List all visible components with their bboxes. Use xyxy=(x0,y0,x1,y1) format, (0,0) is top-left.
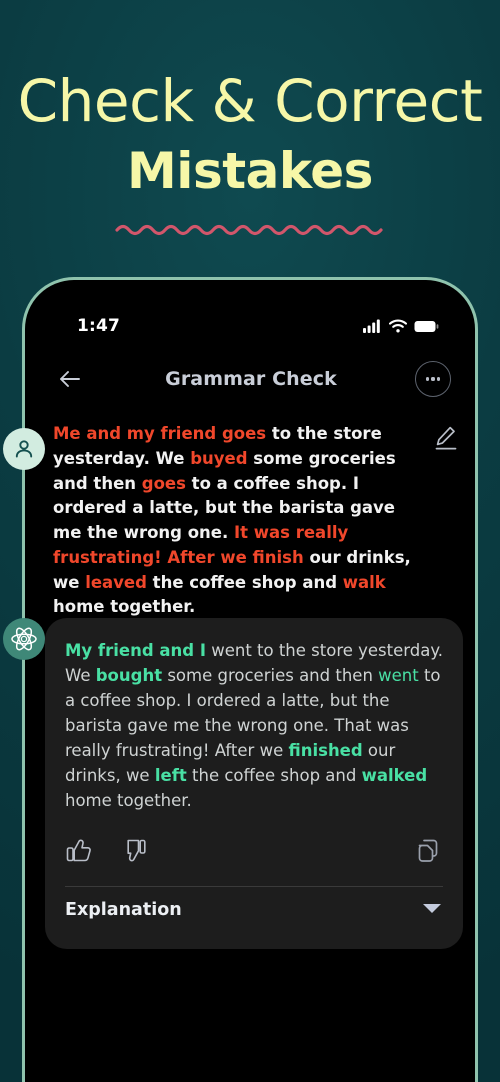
text-run: the coffee shop and xyxy=(146,572,343,592)
text-run: home together. xyxy=(65,791,192,811)
feedback-buttons xyxy=(65,837,155,869)
copy-button-wrapper xyxy=(413,836,443,870)
status-bar: 1:47 xyxy=(25,314,475,338)
more-options-icon xyxy=(425,377,429,381)
ai-response-actions xyxy=(65,834,443,872)
text-run: some groceries and then xyxy=(162,666,379,686)
thumbs-up-button[interactable] xyxy=(65,837,95,869)
correction-phrase: finished xyxy=(288,741,363,761)
explanation-toggle[interactable]: Explanation xyxy=(65,887,443,933)
correction-phrase: walked xyxy=(361,766,428,786)
thumbs-up-icon xyxy=(66,839,91,861)
correction-phrase: went xyxy=(378,666,419,686)
more-options-button[interactable] xyxy=(415,361,451,397)
more-options-icon xyxy=(437,377,441,381)
squiggle-underline-icon xyxy=(115,224,383,236)
edit-message-button[interactable] xyxy=(433,422,463,456)
copy-button[interactable] xyxy=(413,836,443,870)
pencil-edit-icon xyxy=(435,426,457,450)
text-run: home together. xyxy=(53,597,196,617)
headline-line-1: Check & Correct xyxy=(17,67,483,135)
error-phrase: leaved xyxy=(85,572,147,592)
more-options-icon xyxy=(431,377,435,381)
cellular-signal-icon xyxy=(363,319,380,333)
ai-avatar xyxy=(3,618,45,660)
correction-phrase: bought xyxy=(95,666,163,686)
user-avatar xyxy=(3,428,45,470)
error-phrase: goes xyxy=(141,473,186,493)
ai-response-card: My friend and I went to the store yester… xyxy=(45,618,463,949)
error-phrase: walk xyxy=(342,572,386,592)
thumbs-down-button[interactable] xyxy=(125,837,155,869)
explanation-label: Explanation xyxy=(65,899,182,920)
nav-bar: Grammar Check xyxy=(25,355,475,403)
atom-icon xyxy=(11,627,37,651)
headline: Check & Correct Mistakes xyxy=(0,67,500,236)
correction-phrase: left xyxy=(154,766,187,786)
text-run: the coffee shop and xyxy=(186,766,362,786)
arrow-left-icon xyxy=(60,371,80,387)
back-button[interactable] xyxy=(53,362,87,396)
copy-icon xyxy=(418,839,438,862)
wifi-icon xyxy=(389,319,407,333)
status-time: 1:47 xyxy=(77,316,121,336)
ai-response-text: My friend and I went to the store yester… xyxy=(65,638,443,814)
phone-mockup: 1:47 Grammar Check Me and my friend goes… xyxy=(22,277,478,1082)
user-message: Me and my friend goes to the store yeste… xyxy=(53,422,463,620)
battery-icon xyxy=(414,320,439,332)
thumbs-down-icon xyxy=(127,839,146,862)
chevron-down-icon xyxy=(421,900,443,919)
person-icon xyxy=(15,440,33,458)
headline-line-2: Mistakes xyxy=(127,141,373,200)
status-icons xyxy=(363,319,439,333)
error-phrase: buyed xyxy=(190,448,248,468)
page-title: Grammar Check xyxy=(165,368,337,390)
user-message-text: Me and my friend goes to the store yeste… xyxy=(53,422,433,620)
error-phrase: Me and my friend goes xyxy=(53,424,267,443)
promo-screen: Check & Correct Mistakes 1:47 Grammar Ch… xyxy=(0,0,500,1082)
correction-phrase: My friend and I xyxy=(65,641,206,660)
